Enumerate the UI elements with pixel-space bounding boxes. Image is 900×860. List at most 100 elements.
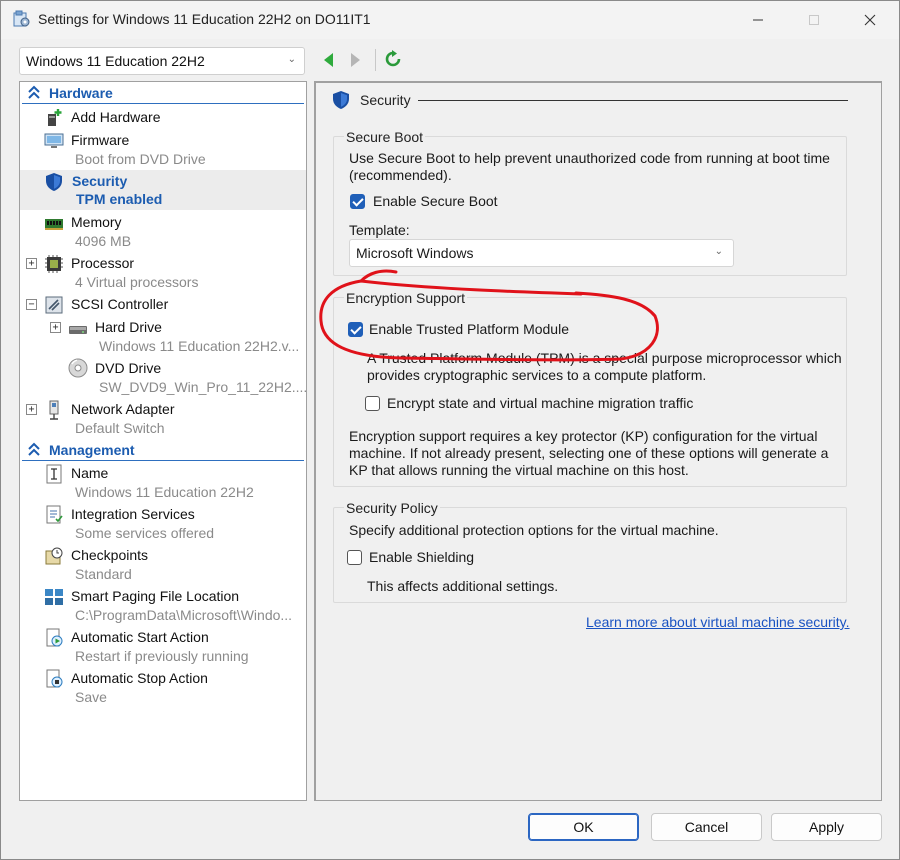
vm-selector[interactable]: Windows 11 Education 22H2 ⌄ (19, 47, 305, 75)
security-policy-description: Specify additional protection options fo… (349, 522, 719, 538)
apply-button[interactable]: Apply (771, 813, 882, 841)
tree-item-add-hardware[interactable]: Add Hardware (20, 106, 306, 128)
enable-tpm-label[interactable]: Enable Trusted Platform Module (369, 321, 569, 338)
tree-item-auto-start[interactable]: Automatic Start Action Restart if previo… (20, 626, 306, 666)
tree-item-detail: Restart if previously running (75, 648, 249, 664)
expand-toggle[interactable]: + (26, 258, 37, 269)
network-adapter-icon (49, 400, 59, 420)
expand-toggle[interactable]: + (50, 322, 61, 333)
tree-item-dvd-drive[interactable]: DVD Drive SW_DVD9_Win_Pro_11_22H2.... (20, 357, 308, 397)
settings-window: Settings for Windows 11 Education 22H2 o… (0, 0, 900, 860)
window-title: Settings for Windows 11 Education 22H2 o… (38, 11, 371, 27)
chevron-down-icon: ⌄ (287, 54, 296, 65)
tree-item-label: SCSI Controller (71, 296, 169, 312)
enable-tpm-checkbox[interactable] (348, 322, 363, 337)
enable-secure-boot-checkbox[interactable] (350, 194, 365, 209)
tree-item-detail: C:\ProgramData\Microsoft\Windo... (75, 607, 293, 623)
tree-item-detail: Windows 11 Education 22H2.v... (99, 338, 300, 354)
collapse-chevron-icon (28, 442, 40, 456)
tree-item-integration-services[interactable]: Integration Services Some services offer… (20, 503, 306, 543)
tree-item-label: Firmware (71, 132, 130, 148)
tree-item-detail: 4 Virtual processors (75, 274, 199, 290)
vm-selector-value: Windows 11 Education 22H2 (26, 53, 205, 69)
tree-item-label: Hard Drive (95, 319, 162, 335)
settings-panel: Security Secure Boot Use Secure Boot to … (314, 81, 882, 801)
title-bar: Settings for Windows 11 Education 22H2 o… (1, 1, 899, 39)
tree-item-security[interactable]: Security TPM enabled (20, 170, 306, 210)
collapse-toggle[interactable]: − (26, 299, 37, 310)
encryption-support-group: Encryption Support Enable Trusted Platfo… (333, 290, 847, 487)
close-icon (864, 14, 876, 26)
encryption-support-title: Encryption Support (344, 290, 468, 306)
tree-item-smart-paging[interactable]: Smart Paging File Location C:\ProgramDat… (20, 585, 306, 625)
tpm-description-2: provides cryptographic services to a com… (367, 367, 707, 383)
tree-item-label: Processor (71, 255, 135, 271)
tree-item-label: Memory (71, 214, 122, 230)
tree-item-label: Automatic Start Action (71, 629, 209, 645)
tree-item-label: Security (72, 173, 128, 189)
tree-item-checkpoints[interactable]: Checkpoints Standard (20, 544, 306, 584)
tree-item-detail: SW_DVD9_Win_Pro_11_22H2.... (99, 379, 308, 395)
tree-item-detail: Windows 11 Education 22H2 (75, 484, 254, 500)
collapse-chevron-icon (28, 85, 40, 99)
tree-item-firmware[interactable]: Firmware Boot from DVD Drive (20, 129, 306, 169)
security-policy-title: Security Policy (344, 500, 440, 516)
ok-button[interactable]: OK (528, 813, 639, 841)
expand-toggle[interactable]: + (26, 404, 37, 415)
auto-stop-icon (46, 669, 63, 688)
tree-item-label: Add Hardware (71, 109, 161, 125)
minimize-icon (753, 19, 763, 21)
tree-item-detail: 4096 MB (75, 233, 132, 249)
enable-secure-boot-label[interactable]: Enable Secure Boot (373, 193, 498, 210)
maximize-icon (809, 15, 819, 25)
tree-item-detail: Default Switch (75, 420, 165, 436)
checkpoints-icon (45, 547, 63, 565)
encrypt-state-checkbox[interactable] (365, 396, 380, 411)
enable-shielding-checkbox[interactable] (347, 550, 362, 565)
tree-item-memory[interactable]: Memory 4096 MB (20, 211, 306, 251)
settings-tree: Hardware Add Hardware Firmware Boot from… (19, 81, 307, 801)
smart-paging-icon (45, 589, 63, 605)
panel-title-divider (418, 100, 848, 101)
secure-boot-description: Use Secure Boot to help prevent unauthor… (349, 150, 830, 166)
enable-shielding-label[interactable]: Enable Shielding (369, 549, 474, 566)
shielding-note: This affects additional settings. (367, 578, 559, 594)
encrypt-state-label[interactable]: Encrypt state and virtual machine migrat… (387, 395, 693, 412)
tree-item-name[interactable]: Name Windows 11 Education 22H2 (20, 462, 306, 502)
name-icon (46, 464, 62, 484)
maximize-button[interactable] (791, 1, 837, 39)
tree-item-label: Integration Services (71, 506, 195, 522)
template-select[interactable]: Microsoft Windows ⌄ (349, 239, 734, 267)
settings-app-icon (13, 10, 30, 27)
close-button[interactable] (847, 1, 893, 39)
tree-item-scsi-controller[interactable]: − SCSI Controller (20, 293, 306, 315)
scsi-controller-icon (45, 296, 63, 314)
back-arrow-icon[interactable] (321, 51, 337, 69)
tree-item-label: Checkpoints (71, 547, 149, 563)
memory-icon (45, 219, 63, 230)
tree-item-auto-stop[interactable]: Automatic Stop Action Save (20, 667, 306, 707)
processor-icon (45, 255, 63, 273)
auto-start-icon (46, 628, 63, 647)
add-hardware-icon (48, 109, 62, 126)
management-header-label: Management (49, 442, 135, 458)
template-select-value: Microsoft Windows (356, 245, 474, 261)
tree-item-hard-drive[interactable]: + Hard Drive Windows 11 Education 22H2.v… (20, 316, 306, 356)
minimize-button[interactable] (735, 1, 781, 39)
tree-item-processor[interactable]: + Processor 4 Virtual processors (20, 252, 306, 292)
forward-arrow-icon[interactable] (347, 51, 363, 69)
management-section-header[interactable]: Management (22, 441, 304, 461)
hardware-header-label: Hardware (49, 85, 113, 101)
learn-more-link[interactable]: Learn more about virtual machine securit… (586, 614, 850, 630)
kp-description: Encryption support requires a key protec… (349, 428, 818, 444)
refresh-icon[interactable] (384, 50, 402, 68)
tree-item-label: DVD Drive (95, 360, 162, 376)
hard-drive-icon (69, 326, 87, 334)
tree-item-label: Network Adapter (71, 401, 175, 417)
tree-item-network-adapter[interactable]: + Network Adapter Default Switch (20, 398, 306, 438)
tpm-description: A Trusted Platform Module (TPM) is a spe… (367, 350, 842, 366)
cancel-button[interactable]: Cancel (651, 813, 762, 841)
template-label: Template: (349, 222, 410, 238)
security-policy-group: Security Policy Specify additional prote… (333, 500, 847, 603)
hardware-section-header[interactable]: Hardware (22, 84, 304, 104)
